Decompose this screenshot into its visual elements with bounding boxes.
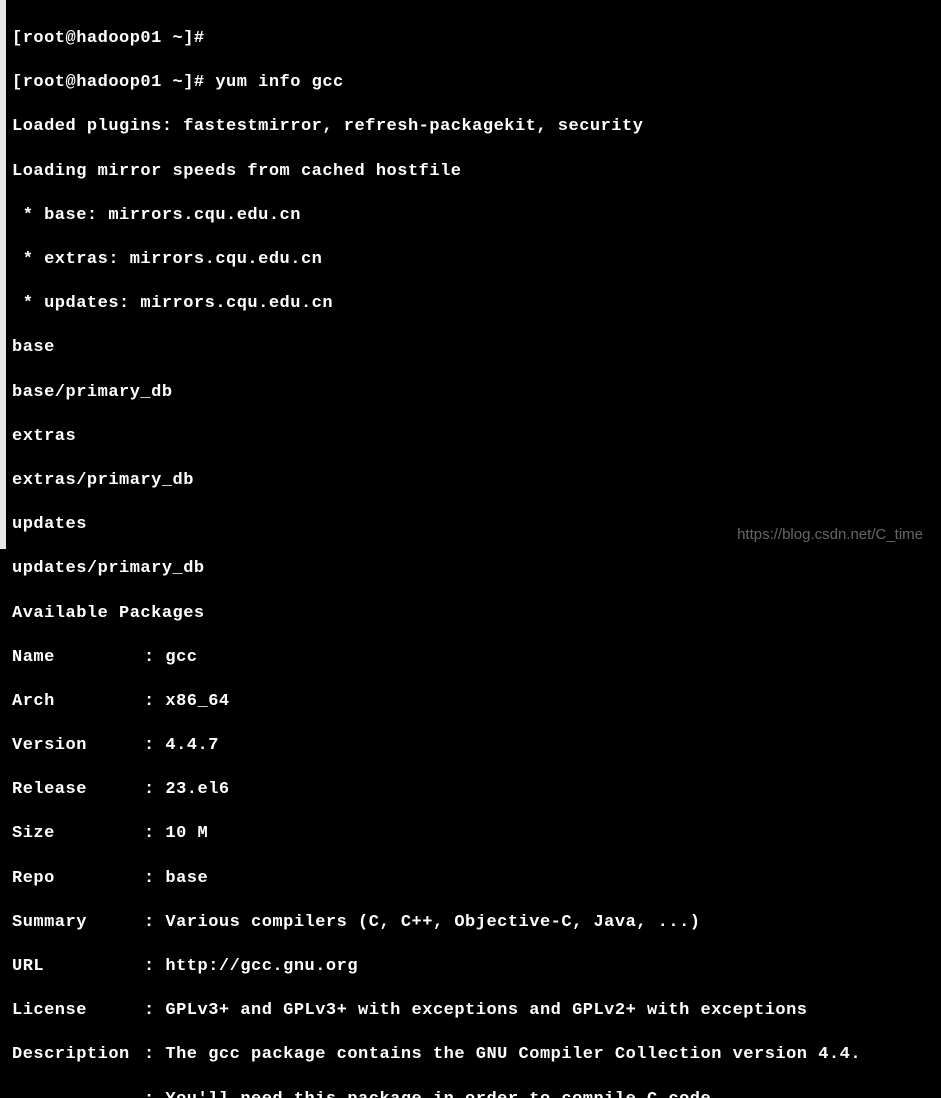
pkg-arch-label: Arch — [12, 691, 144, 713]
pkg-name: Name: gcc — [12, 647, 937, 669]
pkg-release: Release: 23.el6 — [12, 779, 937, 801]
pkg-repo: Repo: base — [12, 868, 937, 890]
pkg-repo-label: Repo — [12, 868, 144, 890]
pkg-description-value-1: The gcc package contains the GNU Compile… — [165, 1045, 861, 1064]
available-packages-header: Available Packages — [12, 603, 937, 625]
prompt-line-empty: [root@hadoop01 ~]# — [12, 28, 937, 50]
watermark-text: https://blog.csdn.net/C_time — [737, 525, 923, 545]
pkg-name-label: Name — [12, 647, 144, 669]
pkg-description-value-2: You'll need this package in order to com… — [165, 1090, 722, 1098]
pkg-size-label: Size — [12, 823, 144, 845]
pkg-license-value: GPLv3+ and GPLv3+ with exceptions and GP… — [165, 1001, 807, 1020]
output-base-mirror: * base: mirrors.cqu.edu.cn — [12, 205, 937, 227]
pkg-arch-value: x86_64 — [165, 692, 229, 711]
pkg-description-2: : You'll need this package in order to c… — [12, 1089, 937, 1098]
pkg-description-1: Description: The gcc package contains th… — [12, 1044, 937, 1066]
prompt-line-command: [root@hadoop01 ~]# yum info gcc — [12, 72, 937, 94]
pkg-arch: Arch: x86_64 — [12, 691, 937, 713]
pkg-release-label: Release — [12, 779, 144, 801]
output-plugins: Loaded plugins: fastestmirror, refresh-p… — [12, 116, 937, 138]
output-loading: Loading mirror speeds from cached hostfi… — [12, 161, 937, 183]
pkg-name-value: gcc — [165, 648, 197, 667]
pkg-url: URL: http://gcc.gnu.org — [12, 956, 937, 978]
pkg-url-value: http://gcc.gnu.org — [165, 957, 358, 976]
repo-extras: extras — [12, 426, 937, 448]
repo-base-primary: base/primary_db — [12, 382, 937, 404]
pkg-size-value: 10 M — [165, 824, 208, 843]
pkg-summary-label: Summary — [12, 912, 144, 934]
pkg-summary-value: Various compilers (C, C++, Objective-C, … — [165, 913, 700, 932]
pkg-repo-value: base — [165, 869, 208, 888]
pkg-license: License: GPLv3+ and GPLv3+ with exceptio… — [12, 1000, 937, 1022]
pkg-release-value: 23.el6 — [165, 780, 229, 799]
pkg-license-label: License — [12, 1000, 144, 1022]
repo-extras-primary: extras/primary_db — [12, 470, 937, 492]
pkg-url-label: URL — [12, 956, 144, 978]
pkg-version-value: 4.4.7 — [165, 736, 219, 755]
terminal-output[interactable]: [root@hadoop01 ~]# [root@hadoop01 ~]# yu… — [4, 6, 937, 1098]
window-left-edge — [0, 0, 6, 549]
pkg-version: Version: 4.4.7 — [12, 735, 937, 757]
pkg-size: Size: 10 M — [12, 823, 937, 845]
output-updates-mirror: * updates: mirrors.cqu.edu.cn — [12, 293, 937, 315]
output-extras-mirror: * extras: mirrors.cqu.edu.cn — [12, 249, 937, 271]
pkg-description-label: Description — [12, 1044, 144, 1066]
pkg-version-label: Version — [12, 735, 144, 757]
pkg-summary: Summary: Various compilers (C, C++, Obje… — [12, 912, 937, 934]
repo-updates-primary: updates/primary_db — [12, 558, 937, 580]
repo-base: base — [12, 337, 937, 359]
